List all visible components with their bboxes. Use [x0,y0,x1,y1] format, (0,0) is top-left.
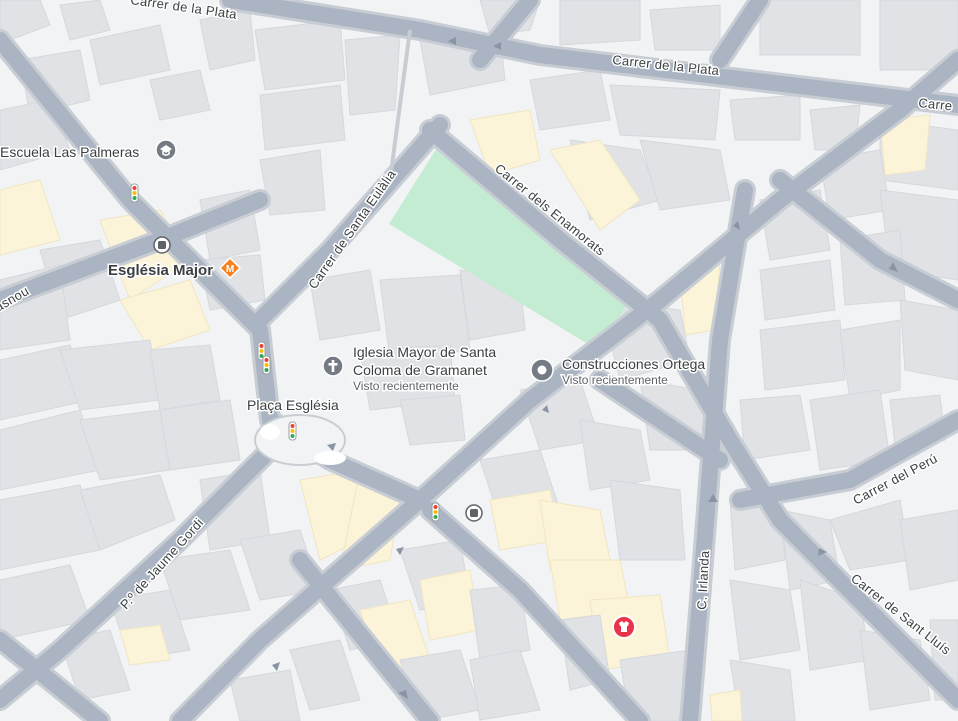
pin-icon [530,358,554,382]
bus-icon[interactable] [465,504,483,522]
poi-iglesia-line2: Coloma de Gramanet [353,362,487,378]
poi-construcciones-sub: Visto recientemente [562,373,668,387]
poi-construcciones-name: Construcciones Ortega [562,356,705,372]
traffic-light-icon [130,183,139,203]
school-icon [155,139,177,161]
svg-text:M: M [226,264,234,275]
poi-iglesia-line1: Iglesia Mayor de Santa [353,344,496,360]
poi-placa-esglesia[interactable]: Plaça Església [246,396,341,415]
church-icon [322,355,344,377]
traffic-light-icon [262,355,271,375]
street-label-irlanda: C. Irlanda [694,550,712,611]
traffic-light-icon [431,502,440,522]
poi-iglesia-sub: Visto recientemente [353,379,459,393]
bus-icon [153,236,171,254]
map-canvas[interactable]: Carrer de la Plata Carrer de la Plata Ca… [0,0,958,721]
shop-icon[interactable] [612,615,636,639]
traffic-light-icon [288,421,297,441]
poi-escuela-name: Escuela Las Palmeras [0,144,139,160]
poi-esglesia-major-name: Església Major [108,262,213,279]
